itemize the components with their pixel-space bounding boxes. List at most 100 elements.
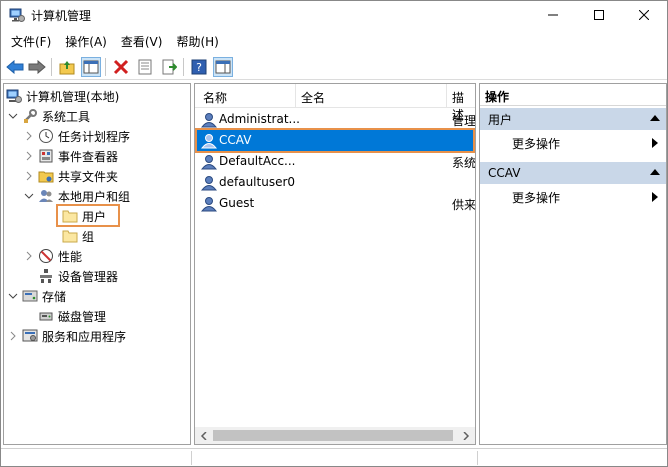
scrollbar-thumb[interactable] [213, 430, 453, 441]
menu-help[interactable]: 帮助(H) [176, 33, 218, 50]
user-icon [200, 154, 218, 170]
export-list-button[interactable] [159, 57, 179, 77]
tree-node-device-manager[interactable]: 设备管理器 [38, 266, 118, 286]
status-bar [1, 448, 667, 466]
list-header: 名称 全名 描述 [195, 84, 475, 122]
action-more-actions-ccav[interactable]: 更多操作 [480, 186, 666, 208]
users-group-icon [38, 188, 54, 204]
window-title: 计算机管理 [31, 9, 92, 23]
tree-node-users[interactable]: 用户 [62, 206, 106, 226]
tree-node-groups[interactable]: 组 [62, 226, 94, 246]
export-icon [162, 59, 177, 75]
submenu-arrow-icon [652, 192, 658, 202]
tree-label: 本地用户和组 [58, 189, 131, 204]
user-name: DefaultAcc... [219, 154, 296, 168]
close-button[interactable] [621, 1, 667, 29]
tools-icon [22, 108, 38, 124]
chevron-right-icon[interactable] [24, 131, 34, 141]
tree-node-event-viewer[interactable]: 事件查看器 [24, 146, 118, 166]
toolbar-separator [51, 58, 52, 76]
forward-button[interactable] [27, 57, 47, 77]
minimize-icon [548, 14, 558, 16]
properties-icon [138, 59, 152, 75]
tree-label: 组 [82, 229, 95, 244]
help-button[interactable]: ? [189, 57, 209, 77]
tree-label: 系统工具 [42, 109, 91, 124]
action-more-actions-users[interactable]: 更多操作 [480, 132, 666, 154]
services-icon [22, 328, 38, 344]
list-item[interactable]: Administrat... 管理 [195, 109, 475, 130]
computer-management-icon [9, 7, 25, 23]
delete-button[interactable] [111, 57, 131, 77]
menu-file[interactable]: 文件(F) [11, 33, 51, 50]
maximize-button[interactable] [576, 1, 622, 29]
user-name: Guest [219, 196, 255, 210]
action-group-users[interactable]: 用户 [480, 108, 666, 130]
chevron-down-icon[interactable] [8, 291, 18, 301]
performance-icon [38, 248, 54, 264]
up-one-level-button[interactable] [57, 57, 77, 77]
column-divider[interactable] [295, 84, 296, 108]
properties-button[interactable] [135, 57, 155, 77]
console-tree-icon [83, 60, 99, 74]
list-item[interactable]: Guest 供来 [195, 193, 475, 214]
status-divider [477, 451, 478, 465]
clock-icon [38, 128, 54, 144]
console-tree-pane: 计算机管理(本地) 系统工具 任务计划程序 事件查看器 共享文件夹 本地用户和组 [3, 83, 191, 445]
user-icon [200, 175, 218, 191]
chevron-down-icon[interactable] [24, 191, 34, 201]
chevron-right-icon[interactable] [24, 251, 34, 261]
list-item[interactable]: DefaultAcc... 系统 [195, 151, 475, 172]
chevron-right-icon[interactable] [24, 151, 34, 161]
tree-label: 磁盘管理 [58, 309, 107, 324]
collapse-up-icon[interactable] [650, 169, 660, 175]
tree-node-root[interactable]: 计算机管理(本地) [6, 86, 119, 106]
shared-folder-icon [38, 168, 54, 184]
tree-node-shared-folders[interactable]: 共享文件夹 [24, 166, 118, 186]
action-pane-header: 操作 [480, 84, 666, 106]
tree-label: 设备管理器 [58, 269, 119, 284]
back-button[interactable] [5, 57, 25, 77]
tree-node-task-scheduler[interactable]: 任务计划程序 [24, 126, 130, 146]
menu-view[interactable]: 查看(V) [121, 33, 163, 50]
action-group-label: 用户 [488, 112, 513, 127]
storage-icon [22, 288, 38, 304]
list-item[interactable]: defaultuser0 [195, 172, 475, 193]
chevron-down-icon[interactable] [8, 111, 18, 121]
tree-node-local-users-groups[interactable]: 本地用户和组 [24, 186, 130, 206]
computer-management-icon [6, 88, 22, 104]
show-hide-tree-button[interactable] [81, 57, 101, 77]
tree-node-services-apps[interactable]: 服务和应用程序 [8, 326, 126, 346]
user-name: defaultuser0 [219, 175, 296, 189]
collapse-up-icon[interactable] [650, 115, 660, 121]
tree-label: 共享文件夹 [58, 169, 119, 184]
chevron-right-icon[interactable] [24, 171, 34, 181]
scroll-right-icon[interactable] [459, 429, 473, 442]
delete-x-icon [113, 59, 129, 75]
tree-label: 性能 [58, 249, 83, 264]
tree-node-performance[interactable]: 性能 [24, 246, 82, 266]
tree-node-system-tools[interactable]: 系统工具 [8, 106, 90, 126]
user-description: 供来 [452, 198, 476, 212]
disk-icon [38, 308, 54, 324]
tree-label: 计算机管理(本地) [26, 89, 120, 104]
user-description: 系统 [452, 156, 476, 170]
toolbar: ? [1, 53, 667, 80]
tree-node-disk-management[interactable]: 磁盘管理 [38, 306, 106, 326]
action-group-label: CCAV [488, 166, 521, 180]
menu-action[interactable]: 操作(A) [65, 33, 107, 50]
column-divider[interactable] [446, 84, 447, 108]
action-group-ccav[interactable]: CCAV [480, 162, 666, 184]
column-header-fullname[interactable]: 全名 [301, 89, 325, 106]
scroll-left-icon[interactable] [197, 429, 211, 442]
device-manager-icon [38, 268, 54, 284]
action-item-label: 更多操作 [512, 136, 561, 151]
show-hide-action-pane-button[interactable] [213, 57, 233, 77]
tree-node-storage[interactable]: 存储 [8, 286, 66, 306]
chevron-right-icon[interactable] [8, 331, 18, 341]
horizontal-scrollbar[interactable] [195, 427, 475, 444]
user-name: Administrat... [219, 112, 300, 126]
column-header-name[interactable]: 名称 [203, 89, 227, 106]
minimize-button[interactable] [530, 1, 576, 29]
user-icon [200, 112, 218, 128]
